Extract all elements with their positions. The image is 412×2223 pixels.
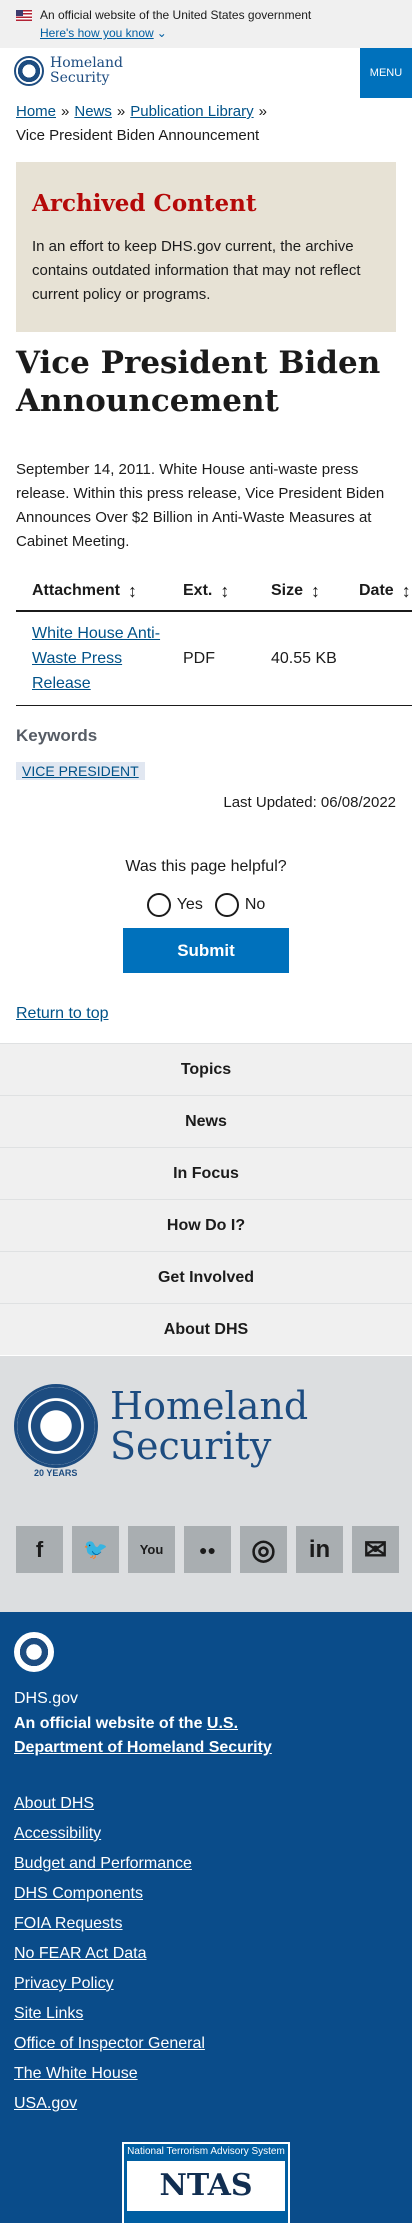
- breadcrumb-separator: »: [61, 103, 70, 120]
- submit-button[interactable]: Submit: [123, 928, 289, 973]
- yes-label: Yes: [176, 896, 203, 913]
- footer-link-foia[interactable]: FOIA Requests: [14, 1909, 205, 1939]
- breadcrumb-news[interactable]: News: [74, 103, 112, 120]
- no-label: No: [244, 896, 266, 913]
- how-you-know-label: Here's how you know: [40, 26, 154, 40]
- ntas-logo: NTAS: [127, 2161, 285, 2211]
- footer-link-white-house[interactable]: The White House: [14, 2059, 205, 2089]
- sort-size-header[interactable]: Size ↕: [255, 582, 343, 600]
- sort-icon: ↕: [220, 581, 230, 601]
- footer-nav-news[interactable]: News: [0, 1095, 412, 1147]
- youtube-icon[interactable]: You: [128, 1526, 175, 1573]
- archived-title: Archived Content: [32, 190, 257, 217]
- breadcrumb-separator: »: [116, 103, 126, 120]
- header-label: Date: [359, 582, 394, 599]
- yes-radio[interactable]: [146, 893, 171, 917]
- header-label: Attachment: [32, 582, 121, 599]
- footer-link-privacy[interactable]: Privacy Policy: [14, 1969, 205, 1999]
- site-header: Homeland Security MENU: [0, 48, 412, 100]
- breadcrumb-separator: »: [258, 103, 267, 120]
- logo-line1: Homeland: [50, 55, 124, 71]
- feedback-yes-option[interactable]: Yes: [146, 893, 203, 917]
- table-header: Attachment ↕ Ext. ↕ Size ↕ Date ↕: [16, 572, 412, 612]
- footer-link-oig[interactable]: Office of Inspector General: [14, 2029, 205, 2059]
- feedback-options: Yes No: [0, 893, 412, 917]
- footer-wordmark-line2: Security: [110, 1424, 272, 1468]
- breadcrumb: Home» News» Publication Library» Vice Pres…: [16, 100, 406, 148]
- keyword-tag[interactable]: VICE PRESIDENT: [16, 762, 145, 780]
- archived-body: In an effort to keep DHS.gov current, th…: [32, 238, 361, 303]
- return-to-top-link[interactable]: Return to top: [16, 1005, 109, 1023]
- flickr-icon[interactable]: ●●: [184, 1526, 231, 1573]
- footer-nav-how-do-i[interactable]: How Do I?: [0, 1199, 412, 1251]
- site-footer: DHS.gov An official website of the U.S. …: [0, 1612, 412, 2223]
- linkedin-icon[interactable]: in: [296, 1526, 343, 1573]
- keywords-heading: Keywords: [16, 726, 98, 745]
- footer-logo-section: 20 YEARS Homeland Security f 🐦 You ●● ◎ …: [0, 1356, 412, 1612]
- dhs-seal-icon: [14, 56, 44, 86]
- table-row: White House Anti-Waste Press Release PDF…: [16, 612, 412, 706]
- footer-link-no-fear[interactable]: No FEAR Act Data: [14, 1939, 205, 1969]
- attachment-link[interactable]: White House Anti-Waste Press Release: [32, 625, 160, 692]
- dhs-seal-icon: [14, 1632, 54, 1672]
- dhs-20-years-seal-icon: [14, 1384, 98, 1468]
- last-updated: Last Updated: 06/08/2022: [223, 794, 396, 811]
- footer-link-budget[interactable]: Budget and Performance: [14, 1849, 205, 1879]
- sort-icon: ↕: [401, 581, 411, 601]
- breadcrumb-home[interactable]: Home: [16, 103, 56, 120]
- footer-link-usa-gov[interactable]: USA.gov: [14, 2089, 205, 2119]
- sort-date-header[interactable]: Date ↕: [343, 582, 412, 600]
- ntas-caption: National Terrorism Advisory System: [127, 2146, 285, 2157]
- breadcrumb-publication-library[interactable]: Publication Library: [130, 103, 253, 120]
- attachment-cell: White House Anti-Waste Press Release: [16, 621, 167, 696]
- gov-banner: An official website of the United States…: [0, 0, 412, 48]
- ntas-banner[interactable]: National Terrorism Advisory System NTAS: [122, 2142, 290, 2223]
- footer-nav-about-dhs[interactable]: About DHS: [0, 1303, 412, 1355]
- dhs-logo-link[interactable]: Homeland Security: [14, 56, 123, 86]
- seal-years-text: 20 YEARS: [34, 1468, 78, 1478]
- feedback-no-option[interactable]: No: [214, 893, 266, 917]
- page-intro: September 14, 2011. White House anti-was…: [16, 461, 385, 550]
- logo-wordmark: Homeland Security: [50, 56, 123, 86]
- footer-nav-topics[interactable]: Topics: [0, 1043, 412, 1095]
- email-icon[interactable]: ✉: [352, 1526, 399, 1573]
- sort-icon: ↕: [128, 581, 138, 601]
- header-label: Size: [271, 582, 304, 599]
- sort-icon: ↕: [311, 581, 321, 601]
- us-flag-icon: [16, 9, 32, 21]
- footer-site-name: DHS.gov: [14, 1690, 79, 1707]
- size-cell: 40.55 KB: [271, 650, 337, 667]
- breadcrumb-current: Vice President Biden Announcement: [16, 127, 260, 144]
- footer-link-components[interactable]: DHS Components: [14, 1879, 205, 1909]
- menu-button[interactable]: MENU: [360, 48, 412, 98]
- archived-content-notice: Archived Content In an effort to keep DH…: [16, 162, 396, 332]
- footer-wordmark-line1: Homeland: [110, 1384, 309, 1428]
- how-you-know-link[interactable]: Here's how you know ⌄: [40, 26, 396, 40]
- social-links: f 🐦 You ●● ◎ in ✉: [16, 1526, 399, 1573]
- footer-official-text: An official website of the U.S. Departme…: [14, 1712, 314, 1760]
- footer-nav-get-involved[interactable]: Get Involved: [0, 1251, 412, 1303]
- sort-attachment-header[interactable]: Attachment ↕: [16, 582, 167, 600]
- twitter-icon[interactable]: 🐦: [72, 1526, 119, 1573]
- facebook-icon[interactable]: f: [16, 1526, 63, 1573]
- footer-link-site-links[interactable]: Site Links: [14, 1999, 205, 2029]
- footer-nav-in-focus[interactable]: In Focus: [0, 1147, 412, 1199]
- feedback-question: Was this page helpful?: [125, 858, 287, 875]
- footer-links: About DHS Accessibility Budget and Perfo…: [14, 1789, 205, 2119]
- sort-ext-header[interactable]: Ext. ↕: [167, 582, 255, 600]
- chevron-down-icon: ⌄: [156, 26, 167, 40]
- official-prefix: An official website of the: [14, 1715, 207, 1732]
- footer-wordmark[interactable]: Homeland Security: [110, 1386, 308, 1466]
- header-label: Ext.: [183, 582, 213, 599]
- footer-nav: Topics News In Focus How Do I? Get Invol…: [0, 1043, 412, 1355]
- ext-cell: PDF: [183, 650, 215, 667]
- footer-link-accessibility[interactable]: Accessibility: [14, 1819, 205, 1849]
- attachments-table: Attachment ↕ Ext. ↕ Size ↕ Date ↕ White Hous…: [16, 572, 412, 706]
- no-radio[interactable]: [214, 893, 239, 917]
- footer-link-about-dhs[interactable]: About DHS: [14, 1789, 205, 1819]
- instagram-icon[interactable]: ◎: [240, 1526, 287, 1573]
- page-title: Vice President Biden Announcement: [16, 345, 381, 419]
- logo-line2: Security: [50, 70, 110, 86]
- gov-banner-text: An official website of the United States…: [40, 8, 312, 22]
